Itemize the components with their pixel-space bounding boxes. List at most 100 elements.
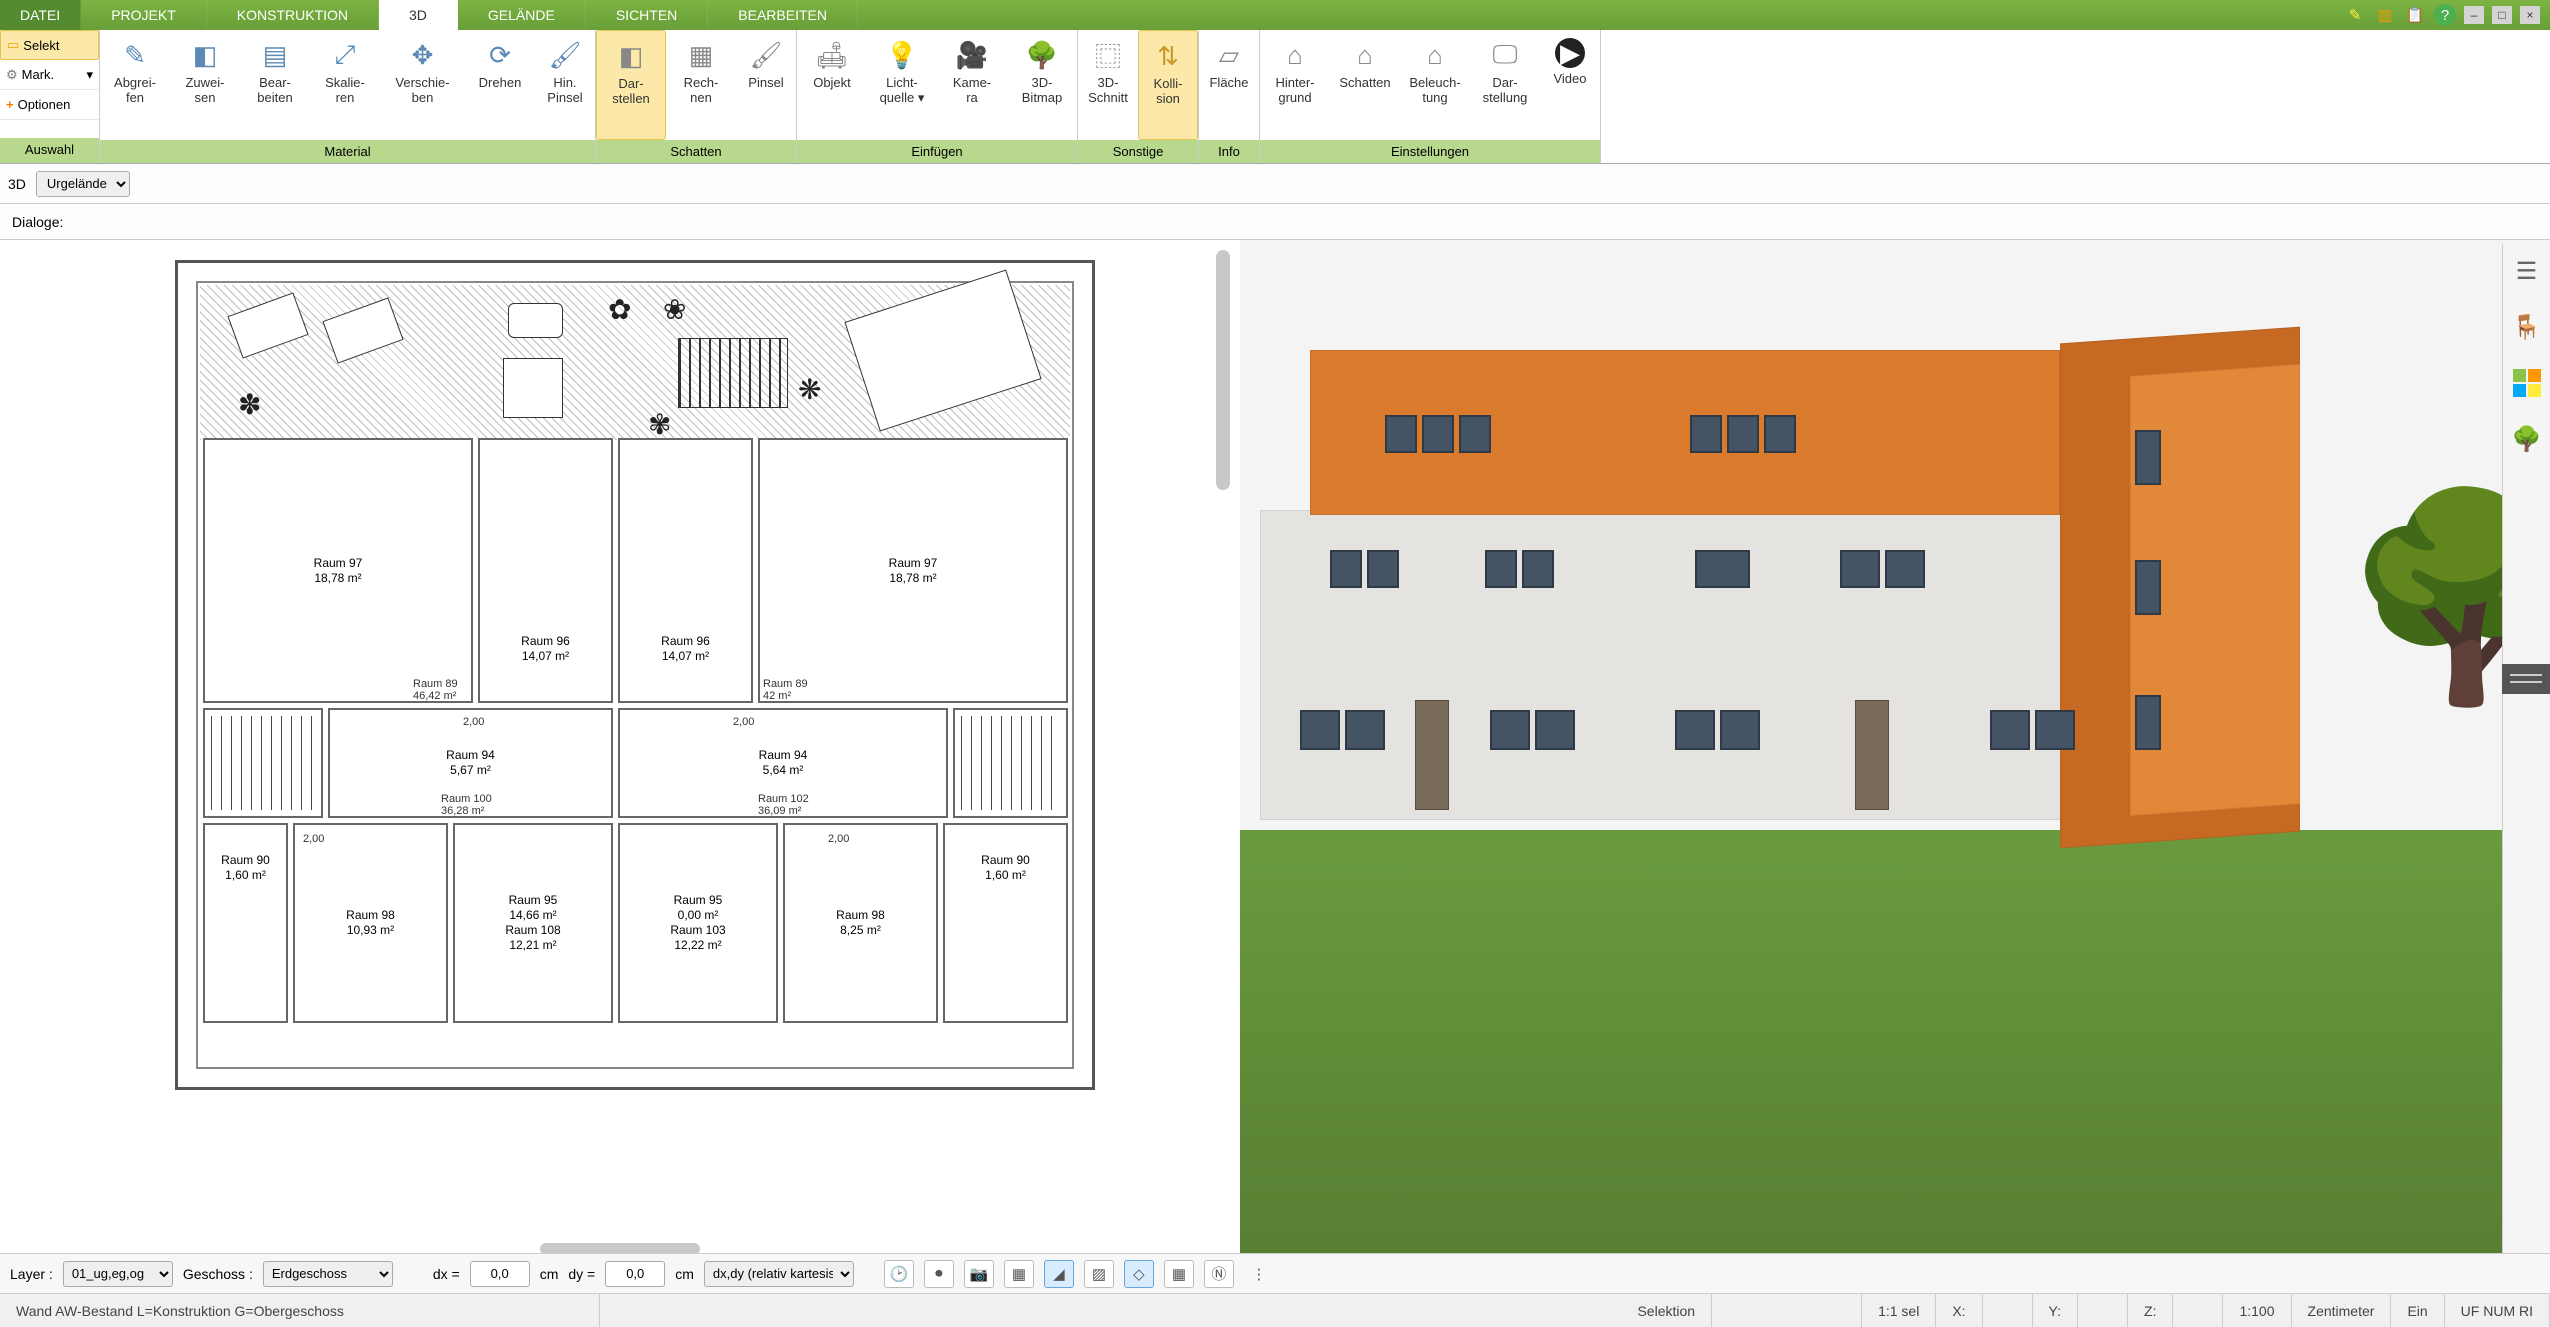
status-x: X: [1936,1294,1982,1327]
menu-3d[interactable]: 3D [379,0,458,30]
room-95-left[interactable]: Raum 9514,66 m²Raum 10812,21 m² [453,823,613,1023]
vertical-scrollbar[interactable] [1216,250,1230,490]
sidebar-drag-handle[interactable] [2502,664,2550,694]
square-table [503,358,563,418]
assign-icon: ◧ [188,38,222,72]
sonstige-group-label: Sonstige [1078,140,1198,163]
flaeche-button[interactable]: ▱Fläche [1199,30,1259,140]
help-icon[interactable]: ? [2434,4,2456,26]
scale-icon: ⤢ [328,38,362,72]
win-m5 [1695,550,1750,588]
grid-tool-icon[interactable]: ▦ [1164,1260,1194,1288]
bulb-icon: 💡 [885,38,919,72]
room-90-left[interactable]: Raum 901,60 m² [203,823,288,1023]
pinsel-button[interactable]: 🖌Pinsel [736,30,796,140]
hin-pinsel-button[interactable]: 🖌Hin.Pinsel [535,30,595,140]
verschieben-button[interactable]: ✥Verschie-ben [380,30,465,140]
terrain-dropdown[interactable]: Urgelände [36,171,130,197]
stair-left-room[interactable] [203,708,323,818]
coord-mode-select[interactable]: dx,dy (relativ kartesisch) [704,1261,854,1287]
sidebar-colors-icon[interactable] [2510,366,2544,400]
floorplan-pane[interactable]: ✽ ✿ ❀ ❋ ✾ Raum 9718,78 m² Raum 9718,78 m… [0,240,1240,1257]
hatch-tool-icon[interactable]: ▨ [1084,1260,1114,1288]
context-row: 3D Urgelände [0,164,2550,204]
dx-input[interactable] [470,1261,530,1287]
menu-projekt[interactable]: PROJEKT [81,0,207,30]
dy-input[interactable] [605,1261,665,1287]
layer-select[interactable]: 01_ug,eg,og [63,1261,173,1287]
wand-icon[interactable]: ✎ [2344,4,2366,26]
lichtquelle-button[interactable]: 💡Licht-quelle ▾ [867,30,937,140]
edit-icon: ▤ [258,38,292,72]
3d-bitmap-button[interactable]: 🌳3D-Bitmap [1007,30,1077,140]
mark-button[interactable]: ⚙Mark.▾ [0,60,99,90]
dy-unit: cm [675,1266,694,1282]
maximize-button[interactable]: □ [2492,6,2512,24]
3d-schnitt-button[interactable]: ⿴3D-Schnitt [1078,30,1138,140]
slope-tool-icon[interactable]: ◢ [1044,1260,1074,1288]
menu-datei[interactable]: DATEI [0,0,81,30]
menu-konstruktion[interactable]: KONSTRUKTION [207,0,379,30]
darstellung-button[interactable]: 🖵Dar-stellung [1470,30,1540,140]
menu-sichten[interactable]: SICHTEN [586,0,708,30]
floorplan-drawing[interactable]: ✽ ✿ ❀ ❋ ✾ Raum 9718,78 m² Raum 9718,78 m… [175,260,1095,1090]
titlebar-icons: ✎ ▥ 📋 ? – □ × [2334,0,2550,30]
beleuchtung-button[interactable]: ⌂Beleuch-tung [1400,30,1470,140]
kollision-button[interactable]: ⇅Kolli-sion [1138,30,1198,140]
drehen-button[interactable]: ⟳Drehen [465,30,535,140]
zuweisen-button[interactable]: ◧Zuwei-sen [170,30,240,140]
geschoss-select[interactable]: Erdgeschoss [263,1261,393,1287]
rechnen-button[interactable]: ▦Rech-nen [666,30,736,140]
more-tools-icon[interactable]: ⋮ [1244,1260,1274,1288]
3d-scene[interactable]: 🌳 [1240,240,2550,1257]
schatten-set-button[interactable]: ⌂Schatten [1330,30,1400,140]
dialoge-label: Dialoge: [12,214,63,230]
bench-set [678,338,788,408]
close-button[interactable]: × [2520,6,2540,24]
room-95-right[interactable]: Raum 950,00 m²Raum 10312,22 m² [618,823,778,1023]
menu-gelaende[interactable]: GELÄNDE [458,0,586,30]
room-89-left-label: Raum 8946,42 m² [413,678,458,702]
room-98-right[interactable]: Raum 988,25 m² [783,823,938,1023]
skalieren-label: Skalie-ren [325,76,365,106]
room-96-left[interactable]: Raum 9614,07 m² [478,438,613,703]
video-button[interactable]: ▶Video [1540,30,1600,140]
kamera-button[interactable]: 🎥Kame-ra [937,30,1007,140]
north-tool-icon[interactable]: Ⓝ [1204,1260,1234,1288]
3d-view-pane[interactable]: 🌳 [1240,240,2550,1257]
dim-2-00-d: 2,00 [828,833,849,845]
layers-small-icon[interactable]: ▥ [2374,4,2396,26]
sidebar-chair-icon[interactable]: 🪑 [2510,310,2544,344]
snapshot-tool-icon[interactable]: 📷 [964,1260,994,1288]
sidebar-tree-icon[interactable]: 🌳 [2510,422,2544,456]
clipboard-icon[interactable]: 📋 [2404,4,2426,26]
darstellen-button[interactable]: ◧Dar-stellen [596,30,666,140]
bearbeiten-button[interactable]: ▤Bear-beiten [240,30,310,140]
plant-3-icon: ❀ [663,293,686,326]
room-96-right[interactable]: Raum 9614,07 m² [618,438,753,703]
layers-tool-icon[interactable]: ▦ [1004,1260,1034,1288]
optionen-button[interactable]: +Optionen [0,90,99,120]
abgreifen-button[interactable]: ✎Abgrei-fen [100,30,170,140]
door-1 [1415,700,1449,810]
diamond-tool-icon[interactable]: ◇ [1124,1260,1154,1288]
room-97-left[interactable]: Raum 9718,78 m² [203,438,473,703]
stair-right-room[interactable] [953,708,1068,818]
selekt-button[interactable]: ▭Selekt [0,30,99,60]
sidebar-layers-icon[interactable]: ☰ [2510,254,2544,288]
brush2-icon: 🖌 [749,38,783,72]
clock-tool-icon[interactable]: 🕑 [884,1260,914,1288]
status-bar: Wand AW-Bestand L=Konstruktion G=Oberges… [0,1293,2550,1327]
objekt-button[interactable]: 🛋Objekt [797,30,867,140]
room-90-right[interactable]: Raum 901,60 m² [943,823,1068,1023]
abgreifen-label: Abgrei-fen [114,76,156,106]
room-98-left[interactable]: Raum 9810,93 m² [293,823,448,1023]
room-97-right[interactable]: Raum 9718,78 m² [758,438,1068,703]
minimize-button[interactable]: – [2464,6,2484,24]
house-bg-icon: ⌂ [1278,38,1312,72]
menu-bearbeiten[interactable]: BEARBEITEN [708,0,858,30]
hintergrund-button[interactable]: ⌂Hinter-grund [1260,30,1330,140]
record-tool-icon[interactable]: ⏺ [924,1260,954,1288]
drehen-label: Drehen [479,76,522,91]
skalieren-button[interactable]: ⤢ Skalie-ren [310,30,380,140]
